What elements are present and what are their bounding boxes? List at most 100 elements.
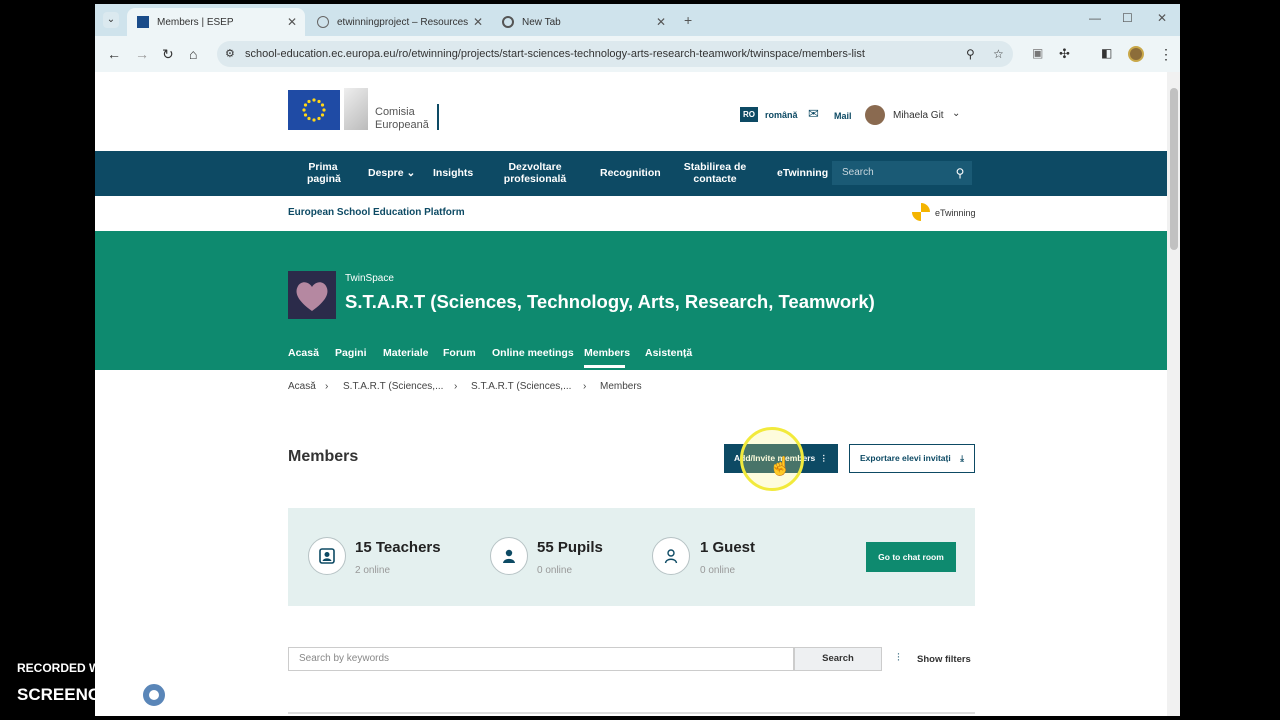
project-heart-image <box>288 271 336 319</box>
browser-window: ⌄ Members | ESEP ✕ etwinningproject – Re… <box>95 4 1180 716</box>
address-bar[interactable]: ⚙ school-education.ec.europa.eu/ro/etwin… <box>217 41 1013 67</box>
web-page: Comisia Europeană RO română ✉ Mail Mihae… <box>95 72 1167 716</box>
forward-icon[interactable]: → <box>135 46 149 62</box>
nav-stabilirea-de-contacte[interactable]: Stabilirea de contacte <box>683 161 747 185</box>
chevron-down-icon: ⌄ <box>406 167 416 179</box>
platform-title[interactable]: European School Education Platform <box>288 207 465 218</box>
reload-icon[interactable]: ↻ <box>162 46 174 63</box>
export-pupils-button[interactable]: Exportare elevi invitați ⤓ <box>849 444 975 473</box>
close-icon[interactable]: ✕ <box>473 15 483 29</box>
user-name[interactable]: Mihaela Git <box>893 110 944 121</box>
side-panel-icon[interactable]: ◧ <box>1101 46 1112 60</box>
members-search-button[interactable]: Search <box>794 647 882 671</box>
home-icon[interactable]: ⌂ <box>189 46 197 62</box>
user-menu-chevron-icon[interactable]: ⌄ <box>952 108 960 119</box>
close-icon[interactable]: ✕ <box>656 15 666 29</box>
members-search-input[interactable]: Search by keywords <box>288 647 794 671</box>
go-to-chat-room-button[interactable]: Go to chat room <box>866 542 956 572</box>
nav-insights[interactable]: Insights <box>433 167 473 179</box>
minimize-icon[interactable]: — <box>1089 11 1101 25</box>
bookmark-star-icon[interactable]: ☆ <box>993 41 1004 67</box>
tab-acasa[interactable]: Acasă <box>288 347 319 359</box>
breadcrumb-project-1[interactable]: S.T.A.R.T (Sciences,... <box>343 381 443 392</box>
commission-building-logo-icon <box>344 88 368 130</box>
tab-members[interactable]: Members <box>584 347 630 359</box>
nav-etwinning[interactable]: eTwinning <box>777 167 828 179</box>
eu-flag-logo-icon <box>288 90 340 130</box>
twinspace-header: TwinSpace S.T.A.R.T (Sciences, Technolog… <box>95 231 1167 370</box>
browser-toolbar: ← → ↻ ⌂ ⚙ school-education.ec.europa.eu/… <box>95 36 1180 72</box>
back-icon[interactable]: ← <box>107 46 121 62</box>
more-menu-icon[interactable]: ⋮ <box>1159 46 1173 63</box>
breadcrumb-members: Members <box>600 381 642 392</box>
twinspace-label: TwinSpace <box>345 273 394 284</box>
tab-materiale[interactable]: Materiale <box>383 347 429 359</box>
scrollbar-thumb[interactable] <box>1170 88 1178 250</box>
mail-icon[interactable]: ✉ <box>808 106 819 122</box>
extension-s-icon[interactable]: ▣ <box>1032 46 1043 60</box>
pupils-count[interactable]: 55 Pupils <box>537 539 603 556</box>
guest-icon <box>652 537 690 575</box>
screencast-matic-watermark: SCREENCAST MATIC <box>17 681 227 709</box>
nav-recognition[interactable]: Recognition <box>600 167 661 179</box>
maximize-icon[interactable]: ☐ <box>1122 11 1133 25</box>
tab-etwinningproject[interactable]: etwinningproject – Resources ✕ <box>307 8 491 36</box>
screencast-logo-icon <box>140 681 169 709</box>
zoom-icon[interactable]: ⚲ <box>966 41 975 67</box>
pupils-online: 0 online <box>537 565 573 576</box>
chevron-right-icon: › <box>325 381 329 392</box>
etwinning-logo-icon <box>912 203 930 221</box>
nav-despre[interactable]: Despre ⌄ <box>368 167 415 179</box>
breadcrumb-acasa[interactable]: Acasă <box>288 381 316 392</box>
chevron-right-icon: › <box>583 381 587 392</box>
extensions-puzzle-icon[interactable]: ✣ <box>1059 46 1070 62</box>
user-avatar[interactable] <box>865 105 885 125</box>
guests-count[interactable]: 1 Guest <box>700 539 755 556</box>
section-divider <box>288 712 975 714</box>
screen-left-background <box>0 0 95 720</box>
gear-icon <box>317 16 329 28</box>
nav-dezvoltare-profesionala[interactable]: Dezvoltare profesională <box>503 161 567 185</box>
chevron-right-icon: › <box>454 381 458 392</box>
eu-flag-icon <box>137 16 149 28</box>
language-selector[interactable]: română <box>765 110 798 120</box>
main-navigation: Prima pagină Despre ⌄ Insights Dezvoltar… <box>95 151 1167 196</box>
heart-icon <box>296 282 328 311</box>
tab-new-tab[interactable]: New Tab ✕ <box>492 8 674 36</box>
teacher-badge-icon <box>308 537 346 575</box>
guests-online: 0 online <box>700 565 736 576</box>
eu-stars-icon <box>302 98 326 122</box>
site-info-icon[interactable]: ⚙ <box>225 41 235 67</box>
tab-pagini[interactable]: Pagini <box>335 347 367 359</box>
new-tab-icon[interactable]: + <box>684 12 692 28</box>
tab-search-button[interactable]: ⌄ <box>103 12 119 28</box>
tab-asistenta[interactable]: Asistență <box>645 347 692 359</box>
chrome-icon <box>502 16 514 28</box>
hand-cursor-icon: ☝ <box>769 456 792 476</box>
commission-logo-text: Comisia Europeană <box>375 106 429 131</box>
mail-link[interactable]: Mail <box>834 111 852 121</box>
screen-right-background <box>1180 0 1280 720</box>
teachers-count[interactable]: 15 Teachers <box>355 539 441 556</box>
filters-sliders-icon[interactable]: ⫶ <box>897 652 900 665</box>
show-filters-button[interactable]: Show filters <box>917 654 971 665</box>
tab-members[interactable]: Members | ESEP ✕ <box>127 8 305 36</box>
profile-avatar-icon[interactable] <box>1128 46 1144 62</box>
close-icon[interactable]: ✕ <box>287 15 297 29</box>
nav-prima-pagina[interactable]: Prima pagină <box>307 161 341 185</box>
breadcrumb-project-2[interactable]: S.T.A.R.T (Sciences,... <box>471 381 571 392</box>
watermark-recorded-with: RECORDED WITH <box>17 661 120 675</box>
tab-online-meetings[interactable]: Online meetings <box>492 347 574 359</box>
page-title: Members <box>288 448 359 465</box>
nav-search-input[interactable]: Search <box>832 161 948 185</box>
teachers-online: 2 online <box>355 565 391 576</box>
window-close-icon[interactable]: ✕ <box>1157 11 1167 25</box>
pupil-icon <box>490 537 528 575</box>
tab-bar: ⌄ Members | ESEP ✕ etwinningproject – Re… <box>95 4 1180 36</box>
active-tab-indicator <box>584 365 625 368</box>
etwinning-logo-text[interactable]: eTwinning <box>935 208 976 218</box>
tab-forum[interactable]: Forum <box>443 347 476 359</box>
language-badge[interactable]: RO <box>740 107 758 122</box>
more-vertical-icon: ⋮ <box>819 453 829 463</box>
search-icon[interactable]: ⚲ <box>948 161 972 185</box>
